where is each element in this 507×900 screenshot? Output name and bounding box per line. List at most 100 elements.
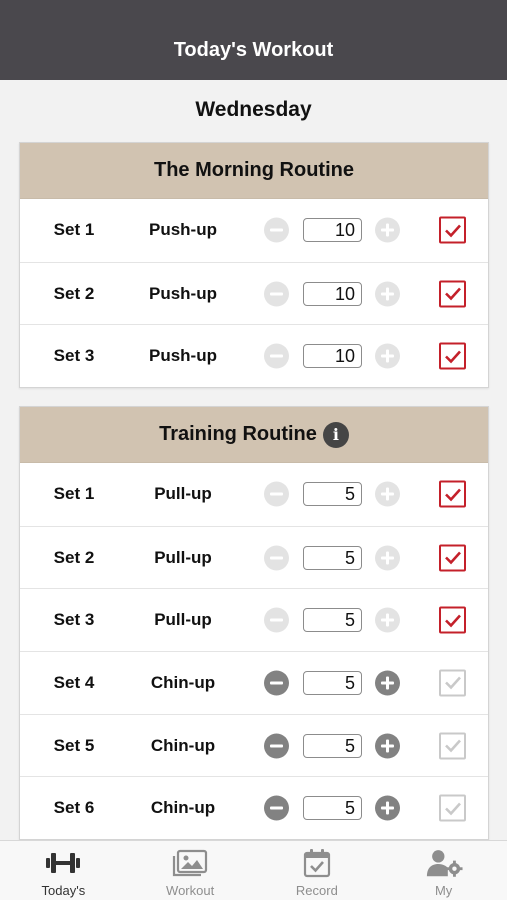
rep-count-field[interactable]: 5 [303,796,362,821]
completion-checkbox[interactable] [439,544,466,572]
set-row: Set 2 Push-up 10 [20,261,488,325]
tab-record[interactable]: Record [254,841,381,900]
calendar-check-icon [298,847,336,879]
checkmark-icon [444,350,461,364]
exercise-name: Chin-up [150,798,216,818]
checkmark-icon [444,614,461,628]
set-row: Set 5 Chin-up 5 [20,713,488,777]
minus-icon [270,354,283,358]
set-label: Set 5 [53,735,95,755]
checkmark-icon [444,224,461,238]
increment-button[interactable] [375,281,400,307]
completion-checkbox[interactable] [439,606,466,634]
routine-title: Training Routine [159,423,317,445]
rep-count-field[interactable]: 5 [303,482,362,507]
minus-icon [270,744,283,748]
completion-checkbox[interactable] [439,216,466,244]
exercise-name: Push-up [149,346,217,366]
gallery-icon [171,847,209,879]
routine-card-training: Training Routine i Set 1 Pull-up 5 Set 2 Pul… [19,406,489,841]
checkmark-icon [444,287,461,301]
decrement-button[interactable] [264,545,289,571]
tab-bar: Today's Workout Record My [0,840,507,900]
tab-label: Today's [41,883,86,898]
set-row: Set 3 Pull-up 5 [20,588,488,651]
tab-todays[interactable]: Today's [0,841,127,900]
set-label: Set 1 [53,484,95,504]
decrement-button[interactable] [264,795,289,821]
increment-button[interactable] [375,607,400,633]
increment-button[interactable] [375,733,400,759]
rep-count-field[interactable]: 10 [303,218,362,243]
increment-button[interactable] [375,670,400,696]
completion-checkbox[interactable] [439,342,466,370]
exercise-name: Pull-up [154,610,212,630]
set-row: Set 1 Push-up 10 [20,199,488,262]
completion-checkbox[interactable] [439,732,466,760]
tab-label: Workout [166,883,215,898]
routine-title: The Morning Routine [154,159,354,181]
decrement-button[interactable] [264,343,289,369]
completion-checkbox[interactable] [439,280,466,308]
rep-count-field[interactable]: 10 [303,344,362,369]
set-label: Set 4 [53,672,95,692]
page-title: Today's Workout [173,39,334,61]
decrement-button[interactable] [264,733,289,759]
exercise-name: Pull-up [154,484,212,504]
routine-card-morning: The Morning Routine Set 1 Push-up 10 Set 2 P… [19,142,489,389]
rep-count-field[interactable]: 5 [303,670,362,695]
tab-label: My [434,883,453,898]
set-label: Set 3 [53,610,95,630]
decrement-button[interactable] [264,607,289,633]
decrement-button[interactable] [264,217,289,243]
set-row: Set 6 Chin-up 5 [20,776,488,839]
exercise-name: Push-up [149,283,217,303]
set-label: Set 3 [53,346,95,366]
checkmark-icon [444,677,461,690]
minus-icon [270,618,283,622]
minus-icon [270,292,283,296]
tab-workout[interactable]: Workout [127,841,254,900]
rep-count-field[interactable]: 10 [303,281,362,306]
tab-my[interactable]: My [380,841,507,900]
rep-count-field[interactable]: 5 [303,608,362,633]
minus-icon [270,228,283,232]
dumbbell-icon [44,847,82,879]
set-row: Set 1 Pull-up 5 [20,463,488,526]
set-label: Set 2 [53,547,95,567]
increment-button[interactable] [375,545,400,571]
routine-header: The Morning Routine [20,143,488,199]
decrement-button[interactable] [264,281,289,307]
navigation-bar: Today's Workout [0,0,507,80]
decrement-button[interactable] [264,670,289,696]
set-label: Set 6 [53,798,95,818]
completion-checkbox[interactable] [439,794,466,822]
rep-count-field[interactable]: 5 [303,733,362,758]
completion-checkbox[interactable] [439,480,466,508]
routine-header: Training Routine i [20,407,488,463]
minus-icon [270,806,283,810]
completion-checkbox[interactable] [439,669,466,697]
exercise-name: Pull-up [154,547,212,567]
set-label: Set 2 [53,283,95,303]
exercise-name: Push-up [149,220,217,240]
day-heading: Wednesday [195,98,312,121]
checkmark-icon [444,802,461,816]
increment-button[interactable] [375,217,400,243]
increment-button[interactable] [375,343,400,369]
minus-icon [270,556,283,560]
checkmark-icon [444,488,461,502]
info-icon[interactable]: i [322,421,349,448]
set-row: Set 3 Push-up 10 [20,324,488,387]
exercise-name: Chin-up [150,735,216,755]
checkmark-icon [444,739,461,753]
rep-count-field[interactable]: 5 [303,545,362,570]
minus-icon [270,492,283,496]
minus-icon [270,681,283,685]
set-row: Set 2 Pull-up 5 [20,525,488,589]
increment-button[interactable] [375,481,400,507]
exercise-name: Chin-up [150,672,216,692]
checkmark-icon [444,551,461,565]
decrement-button[interactable] [264,481,289,507]
increment-button[interactable] [375,795,400,821]
